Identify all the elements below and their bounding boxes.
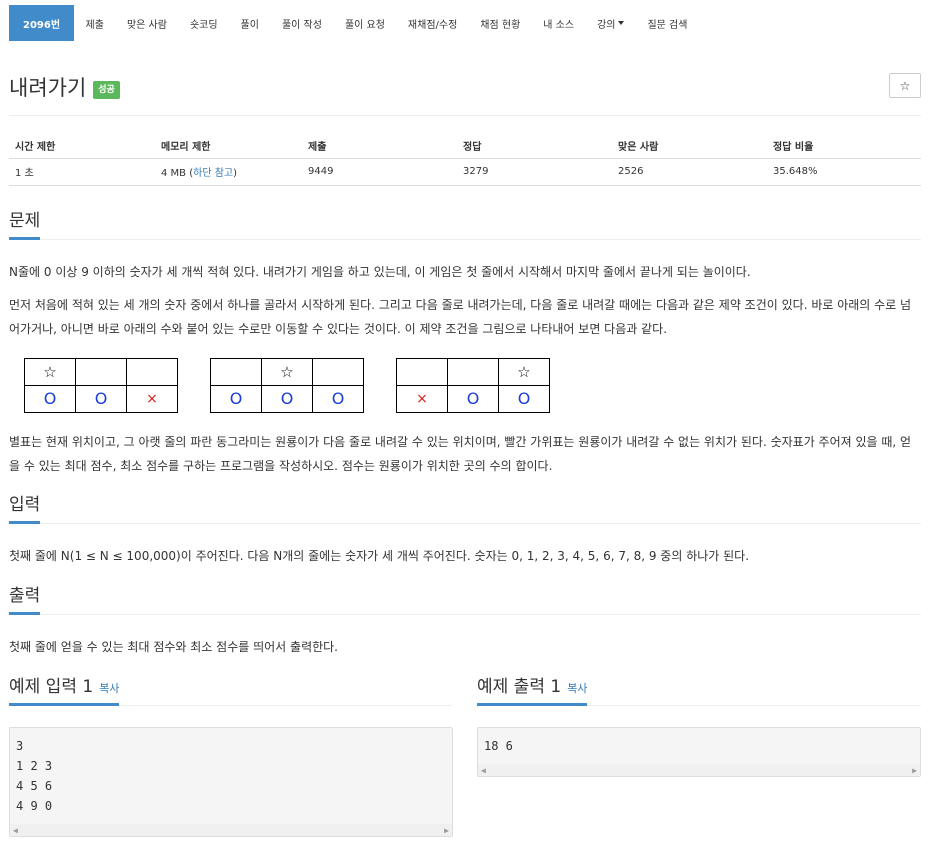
divider bbox=[9, 115, 921, 116]
section-input-title: 입력 bbox=[9, 490, 41, 524]
table-header-row: 시간 제한 메모리 제한 제출 정답 맞은 사람 정답 비율 bbox=[9, 133, 921, 159]
tab-request-solution[interactable]: 풀이 요청 bbox=[333, 5, 396, 41]
solver-count: 2526 bbox=[612, 158, 767, 186]
circle-icon: O bbox=[75, 385, 127, 413]
memory-limit: 4 MB (하단 참고) bbox=[155, 158, 302, 186]
empty-cell bbox=[75, 358, 127, 386]
copy-output-button[interactable]: 복사 bbox=[567, 682, 587, 695]
problem-page: 2096번 제출 맞은 사람 숏코딩 풀이 풀이 작성 풀이 요청 재채점/수정… bbox=[0, 0, 943, 848]
header-ratio: 정답 비율 bbox=[767, 133, 921, 159]
page-title: 내려가기 bbox=[9, 76, 87, 100]
star-icon: ☆ bbox=[899, 78, 911, 93]
title-row: 내려가기 성공 bbox=[9, 72, 120, 102]
star-icon: ☆ bbox=[498, 358, 550, 386]
tab-solutions[interactable]: 풀이 bbox=[229, 5, 270, 41]
cross-icon: × bbox=[126, 385, 178, 413]
problem-nav: 2096번 제출 맞은 사람 숏코딩 풀이 풀이 작성 풀이 요청 재채점/수정… bbox=[9, 5, 699, 41]
header-memory-limit: 메모리 제한 bbox=[155, 133, 302, 159]
sample-output-header: 예제 출력 1 복사 bbox=[477, 672, 588, 706]
scroll-right-icon[interactable]: ▶ bbox=[912, 766, 917, 775]
star-icon: ☆ bbox=[261, 358, 313, 386]
sample-input-title: 예제 입력 1 bbox=[9, 677, 94, 697]
empty-cell bbox=[210, 358, 262, 386]
accepted-count: 3279 bbox=[457, 158, 612, 186]
section-sample-output: 예제 출력 1 복사 bbox=[477, 674, 921, 706]
move-diagram-right: ☆ × O O bbox=[396, 358, 550, 413]
output-description: 첫째 줄에 얻을 수 있는 최대 점수와 최소 점수를 띄어서 출력한다. bbox=[9, 640, 339, 654]
submission-count: 9449 bbox=[302, 158, 457, 186]
favorite-button[interactable]: ☆ bbox=[889, 73, 921, 98]
memory-note-link[interactable]: 하단 참고 bbox=[193, 168, 233, 179]
problem-description-2: 먼저 처음에 적혀 있는 세 개의 숫자 중에서 하나를 골라서 시작하게 된다… bbox=[9, 298, 912, 336]
problem-description-1: N줄에 0 이상 9 이하의 숫자가 세 개씩 적혀 있다. 내려가기 게임을 … bbox=[9, 265, 751, 279]
scroll-right-icon[interactable]: ▶ bbox=[444, 826, 449, 835]
star-icon: ☆ bbox=[24, 358, 76, 386]
section-sample-input: 예제 입력 1 복사 bbox=[9, 674, 452, 706]
sample-output-title: 예제 출력 1 bbox=[477, 677, 562, 697]
scroll-left-icon[interactable]: ◀ bbox=[13, 826, 18, 835]
status-badge: 성공 bbox=[93, 81, 120, 99]
accept-ratio: 35.648% bbox=[767, 158, 921, 186]
tab-rejudge[interactable]: 재채점/수정 bbox=[396, 5, 468, 41]
circle-icon: O bbox=[24, 385, 76, 413]
empty-cell bbox=[126, 358, 178, 386]
time-limit: 1 초 bbox=[9, 158, 155, 186]
tab-question-search[interactable]: 질문 검색 bbox=[636, 5, 699, 41]
tab-short-coding[interactable]: 숏코딩 bbox=[178, 5, 229, 41]
circle-icon: O bbox=[447, 385, 499, 413]
empty-cell bbox=[396, 358, 448, 386]
sample-input-code: 3 1 2 3 4 5 6 4 9 0 bbox=[16, 739, 53, 813]
tab-problem-number[interactable]: 2096번 bbox=[9, 5, 75, 41]
section-output-title: 출력 bbox=[9, 581, 41, 615]
horizontal-scrollbar[interactable]: ◀ ▶ bbox=[478, 764, 920, 776]
caret-down-icon bbox=[618, 21, 625, 25]
problem-description-3: 별표는 현재 위치이고, 그 아랫 줄의 파란 동그라미는 원룡이가 다음 줄로… bbox=[9, 435, 912, 473]
tab-status[interactable]: 채점 현황 bbox=[469, 5, 532, 41]
circle-icon: O bbox=[312, 385, 364, 413]
tab-solvers[interactable]: 맞은 사람 bbox=[115, 5, 178, 41]
circle-icon: O bbox=[210, 385, 262, 413]
sample-output-box[interactable]: 18 6 ◀ ▶ bbox=[477, 727, 921, 777]
problem-info-table: 시간 제한 메모리 제한 제출 정답 맞은 사람 정답 비율 1 초 4 MB … bbox=[9, 133, 921, 186]
section-output: 출력 bbox=[9, 583, 921, 615]
section-input: 입력 bbox=[9, 492, 921, 524]
empty-cell bbox=[312, 358, 364, 386]
memory-value: 4 MB bbox=[161, 168, 187, 179]
header-submissions: 제출 bbox=[302, 133, 457, 159]
move-diagram-middle: ☆ O O O bbox=[210, 358, 364, 413]
cross-icon: × bbox=[396, 385, 448, 413]
sample-input-box[interactable]: 3 1 2 3 4 5 6 4 9 0 ◀ ▶ bbox=[9, 727, 453, 837]
empty-cell bbox=[447, 358, 499, 386]
input-description: 첫째 줄에 N(1 ≤ N ≤ 100,000)이 주어진다. 다음 N개의 줄… bbox=[9, 549, 750, 563]
tab-my-source[interactable]: 내 소스 bbox=[532, 5, 586, 41]
horizontal-scrollbar[interactable]: ◀ ▶ bbox=[10, 824, 452, 836]
section-problem: 문제 bbox=[9, 208, 921, 240]
move-diagram-left: ☆ O O × bbox=[24, 358, 178, 413]
section-problem-title: 문제 bbox=[9, 206, 41, 240]
circle-icon: O bbox=[261, 385, 313, 413]
scroll-left-icon[interactable]: ◀ bbox=[481, 766, 486, 775]
circle-icon: O bbox=[498, 385, 550, 413]
tab-submit[interactable]: 제출 bbox=[74, 5, 115, 41]
sample-output-code: 18 6 bbox=[484, 739, 513, 753]
tab-write-solution[interactable]: 풀이 작성 bbox=[270, 5, 333, 41]
header-accepted: 정답 bbox=[457, 133, 612, 159]
copy-input-button[interactable]: 복사 bbox=[99, 682, 119, 695]
tab-lectures[interactable]: 강의 bbox=[586, 5, 636, 41]
tab-lectures-label: 강의 bbox=[597, 19, 616, 31]
header-solvers: 맞은 사람 bbox=[612, 133, 767, 159]
header-time-limit: 시간 제한 bbox=[9, 133, 155, 159]
sample-input-header: 예제 입력 1 복사 bbox=[9, 672, 120, 706]
table-row: 1 초 4 MB (하단 참고) 9449 3279 2526 35.648% bbox=[9, 158, 921, 186]
